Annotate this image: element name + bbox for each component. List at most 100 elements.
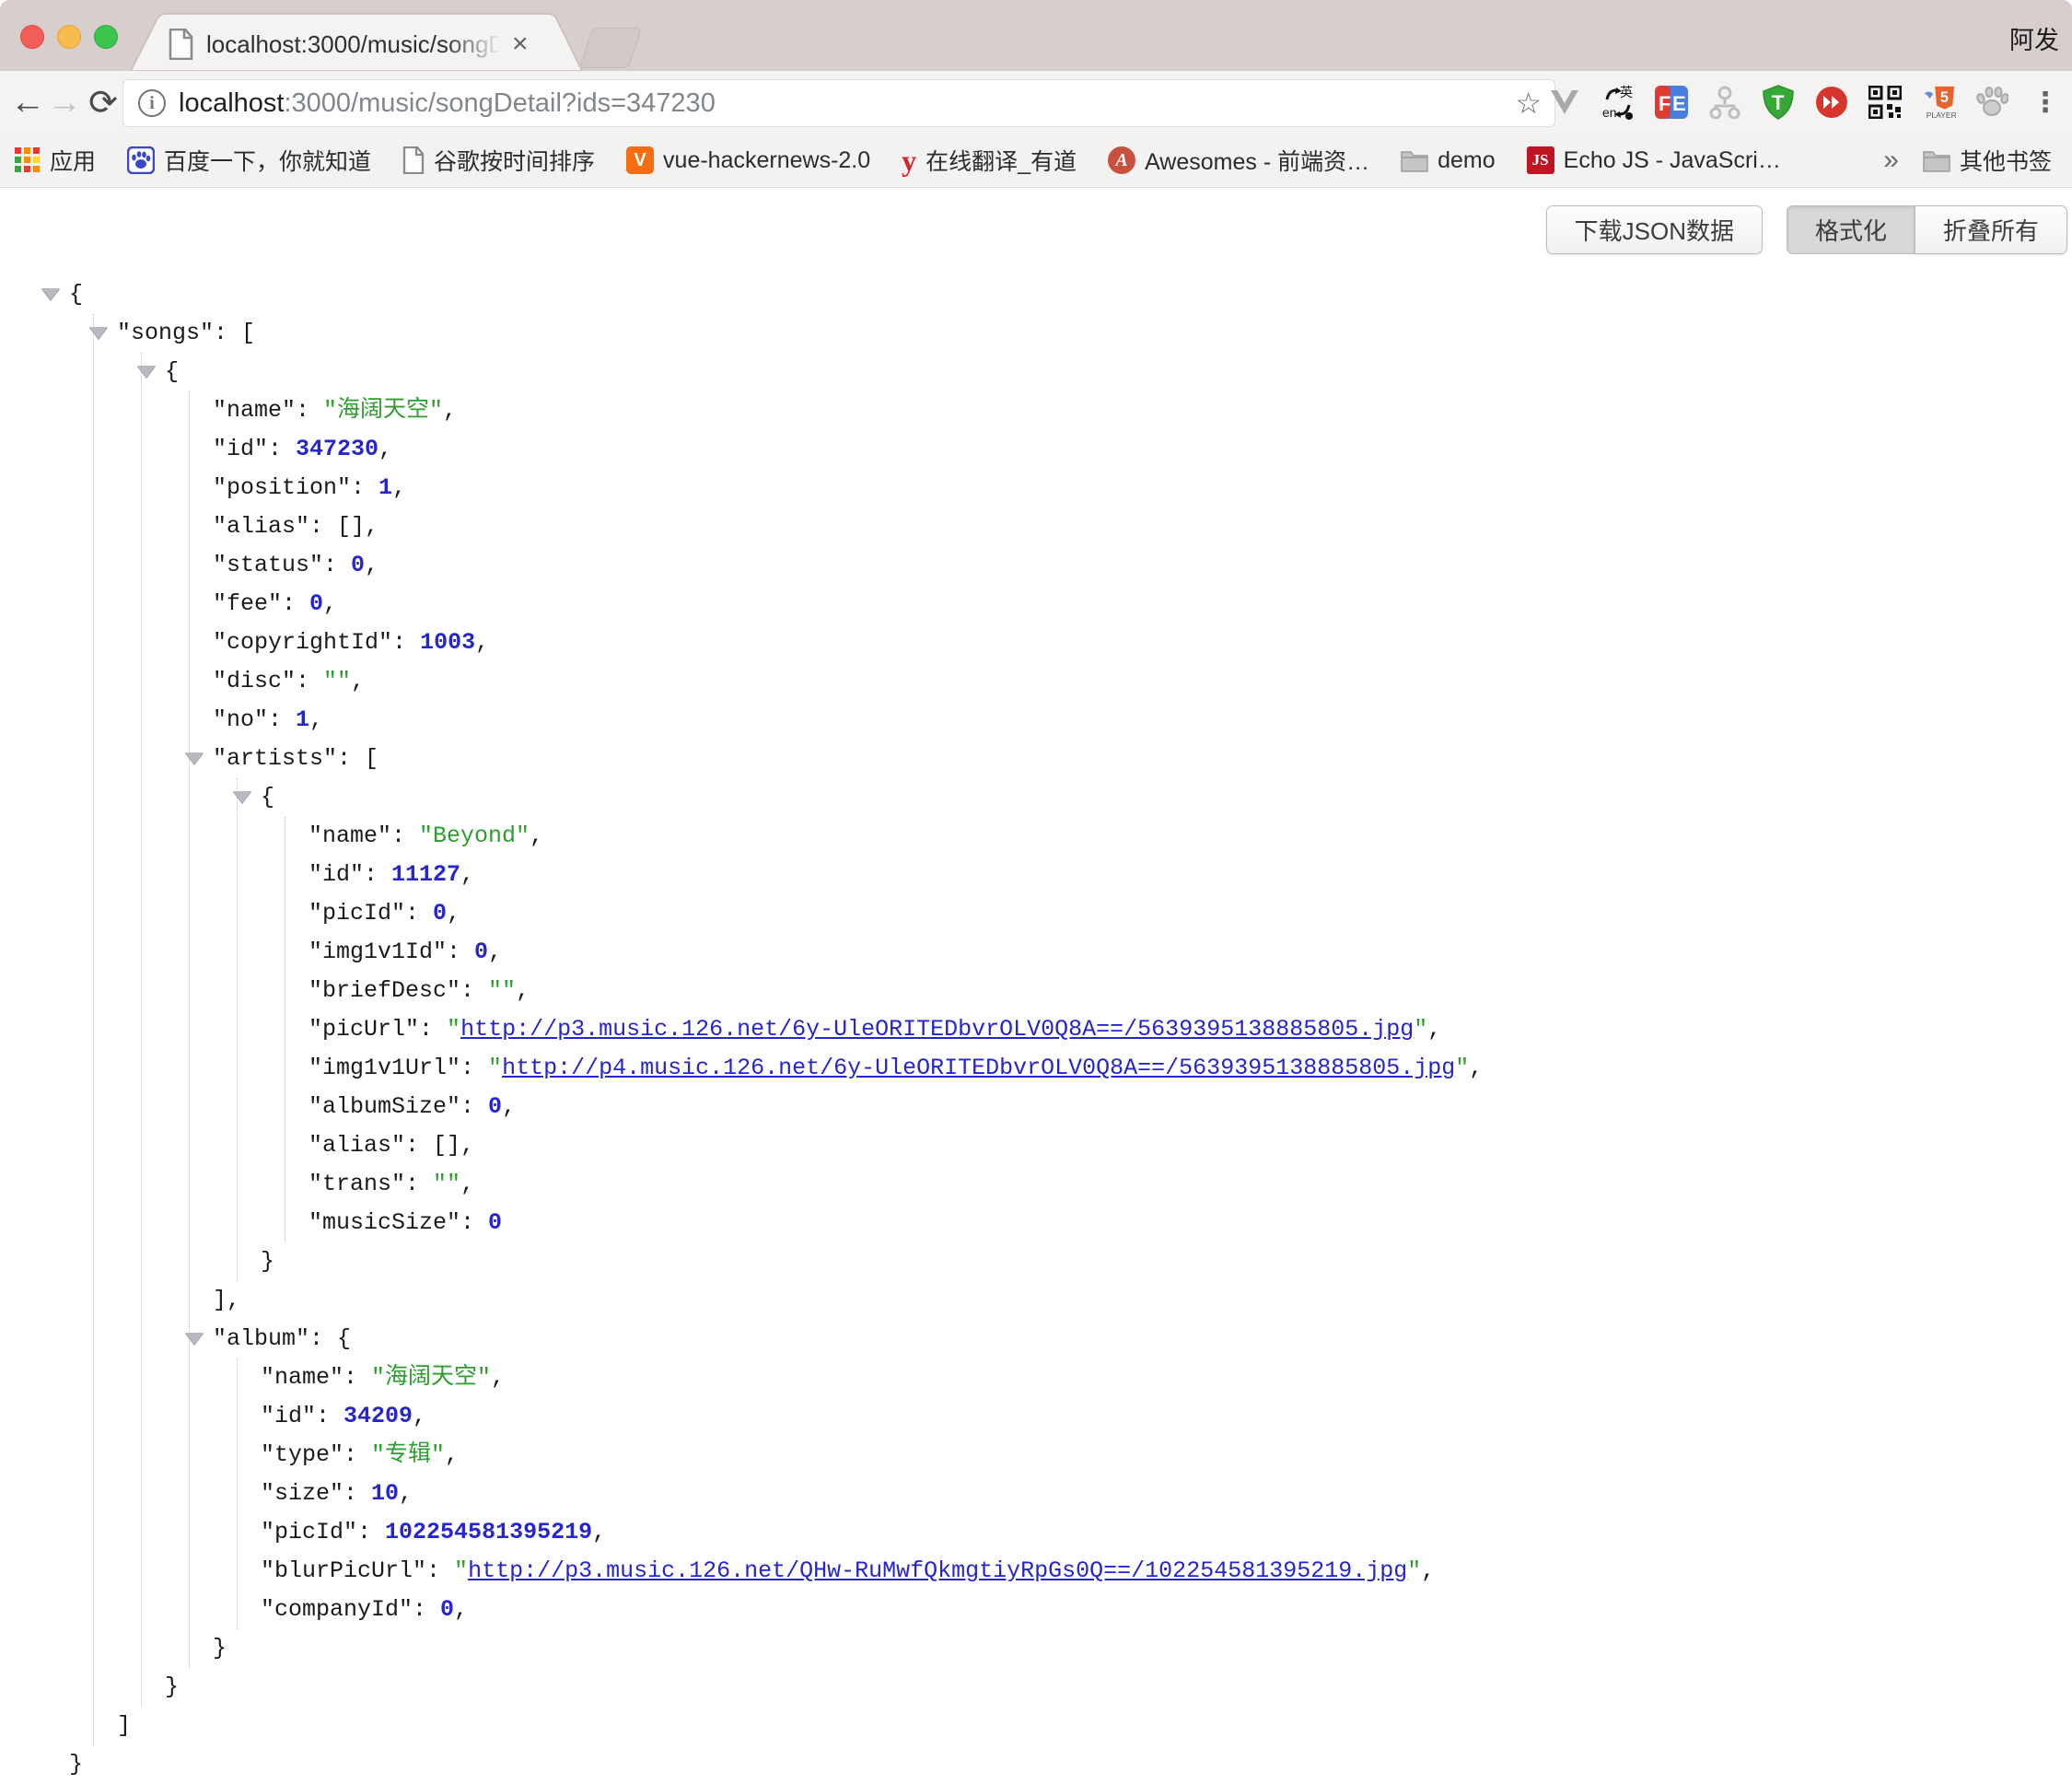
json-line: { [261, 778, 1483, 817]
json-line: "copyrightId": 1003, [213, 624, 1483, 662]
fehelper-icon[interactable]: F E [1654, 82, 1689, 122]
bookmarks-overflow-chevron[interactable]: » [1883, 145, 1899, 176]
back-button[interactable]: ← [7, 71, 48, 134]
json-line: "picId": 0, [308, 894, 1483, 933]
bookmark-star-icon[interactable]: ☆ [1515, 86, 1542, 121]
bookmark-other-bookmarks[interactable]: 其他书签 [1923, 144, 2052, 177]
bookmark-echojs[interactable]: JS Echo JS - JavaScri… [1527, 146, 1781, 174]
paw-icon[interactable] [1974, 82, 2009, 122]
json-line: "img1v1Url": "http://p4.music.126.net/6y… [308, 1049, 1483, 1088]
bookmark-label: 谷歌按时间排序 [434, 144, 595, 177]
json-line: "size": 10, [261, 1475, 1483, 1513]
json-url-link[interactable]: http://p3.music.126.net/6y-UleORITEDbvrO… [460, 1016, 1414, 1043]
bookmark-vue-hackernews[interactable]: V vue-hackernews-2.0 [626, 146, 870, 174]
json-url-link[interactable]: http://p3.music.126.net/QHw-RuMwfQkmgtiy… [468, 1557, 1407, 1584]
json-line: "artists": [ [213, 740, 1483, 778]
address-bar[interactable]: i localhost:3000/music/songDetail?ids=34… [122, 79, 1555, 127]
download-json-button[interactable]: 下载JSON数据 [1546, 205, 1763, 254]
json-line: "albumSize": 0, [308, 1088, 1483, 1126]
vue-devtools-icon[interactable] [1547, 82, 1582, 122]
svg-text:T: T [1772, 91, 1785, 114]
json-line: "songs": [ [117, 314, 1483, 353]
collapse-toggle-icon[interactable] [233, 791, 251, 803]
collapse-all-button[interactable]: 折叠所有 [1915, 205, 2067, 254]
bookmark-label: 在线翻译_有道 [925, 144, 1077, 177]
format-button[interactable]: 格式化 [1787, 205, 1915, 254]
bookmark-apps[interactable]: 应用 [15, 144, 96, 177]
json-line: "status": 0, [213, 546, 1483, 585]
json-line: "name": "Beyond", [308, 817, 1483, 856]
json-line: "name": "海阔天空", [261, 1358, 1483, 1397]
json-line: "alias": [], [213, 507, 1483, 546]
bookmark-folder-demo[interactable]: demo [1401, 147, 1496, 174]
json-line: "picId": 102254581395219, [261, 1513, 1483, 1552]
bookmarks-bar: 应用 百度一下，你就知道 谷歌按时间排序 V vue-hackernews-2.… [0, 134, 2072, 188]
reload-button[interactable]: ⟳ [83, 71, 123, 134]
json-line: "blurPicUrl": "http://p3.music.126.net/Q… [261, 1552, 1483, 1591]
collapse-toggle-icon[interactable] [89, 327, 108, 339]
json-url-link[interactable]: http://p4.music.126.net/6y-UleORITEDbvrO… [502, 1055, 1455, 1081]
collapse-toggle-icon[interactable] [41, 288, 60, 300]
view-mode-group: 格式化 折叠所有 [1787, 205, 2067, 254]
json-line: "id": 11127, [308, 856, 1483, 894]
translate-icon[interactable]: 英 en [1601, 82, 1635, 122]
json-children: "name": "Beyond","id": 11127,"picId": 0,… [285, 817, 1483, 1242]
zoom-window-button[interactable] [94, 25, 118, 49]
bookmark-youdao[interactable]: y 在线翻译_有道 [902, 144, 1077, 177]
json-line: "briefDesc": "", [308, 972, 1483, 1010]
sitemap-tree-icon[interactable] [1707, 82, 1742, 122]
json-line: { [165, 353, 1483, 391]
json-line: } [261, 1242, 1483, 1281]
bookmark-awesomes[interactable]: A Awesomes - 前端资… [1108, 144, 1369, 177]
baidu-paw-icon [127, 146, 155, 174]
json-line: } [165, 1668, 1483, 1707]
apps-grid-icon [15, 147, 41, 173]
collapse-toggle-icon[interactable] [185, 752, 204, 764]
page-icon [168, 29, 193, 60]
json-children: {"name": "Beyond","id": 11127,"picId": 0… [237, 778, 1483, 1281]
bookmark-google-sort[interactable]: 谷歌按时间排序 [402, 144, 595, 177]
bookmark-label: 其他书签 [1960, 144, 2052, 177]
page-icon [402, 146, 425, 174]
toolbar: ← → ⟳ i localhost:3000/music/songDetail?… [0, 71, 2072, 134]
tab-title: localhost:3000/music/songDet [206, 30, 510, 59]
json-line: "name": "海阔天空", [213, 391, 1483, 430]
green-shield-icon[interactable]: T [1761, 82, 1796, 122]
json-line: "no": 1, [213, 701, 1483, 740]
bookmark-label: 百度一下，你就知道 [164, 144, 371, 177]
json-line: "position": 1, [213, 469, 1483, 507]
url-host: localhost [179, 88, 284, 118]
browser-menu-icon[interactable]: ⋮ [2028, 82, 2063, 122]
bookmark-label: 应用 [50, 144, 96, 177]
qrcode-icon[interactable] [1868, 82, 1903, 122]
echojs-icon: JS [1527, 146, 1554, 174]
fast-forward-icon[interactable] [1814, 82, 1849, 122]
svg-text:en: en [1602, 105, 1617, 120]
json-children: "name": "海阔天空","id": 34209,"type": "专辑",… [237, 1358, 1483, 1629]
browser-window: 阿发 localhost:3000/music/songDet × ← → ⟳ … [0, 0, 2072, 1615]
bookmark-baidu[interactable]: 百度一下，你就知道 [127, 144, 371, 177]
close-window-button[interactable] [20, 25, 44, 49]
url-text: localhost:3000/music/songDetail?ids=3472… [179, 88, 716, 119]
forward-button[interactable]: → [44, 71, 85, 134]
json-line: } [69, 1745, 1483, 1784]
html5-number: 5 [1940, 89, 1949, 106]
json-line: "companyId": 0, [261, 1591, 1483, 1629]
svg-text:F: F [1659, 92, 1670, 115]
json-line: "picUrl": "http://p3.music.126.net/6y-Ul… [308, 1010, 1483, 1049]
page-info-icon[interactable]: i [138, 89, 166, 117]
collapse-toggle-icon[interactable] [137, 366, 156, 378]
collapse-toggle-icon[interactable] [185, 1333, 204, 1345]
browser-tab[interactable]: localhost:3000/music/songDet × [129, 13, 589, 71]
json-line: "alias": [], [308, 1126, 1483, 1165]
vue-v-icon: V [626, 146, 654, 174]
json-children: "songs": [{"name": "海阔天空","id": 347230,"… [93, 314, 1483, 1745]
tab-close-icon[interactable]: × [512, 30, 529, 58]
folder-icon [1401, 148, 1428, 172]
json-line: ] [117, 1707, 1483, 1745]
profile-name[interactable]: 阿发 [2009, 20, 2059, 56]
window-controls [20, 25, 118, 49]
bookmark-label: demo [1438, 147, 1496, 174]
html5-player-icon[interactable]: 5 PLAYER [1921, 82, 1956, 122]
minimize-window-button[interactable] [57, 25, 81, 49]
